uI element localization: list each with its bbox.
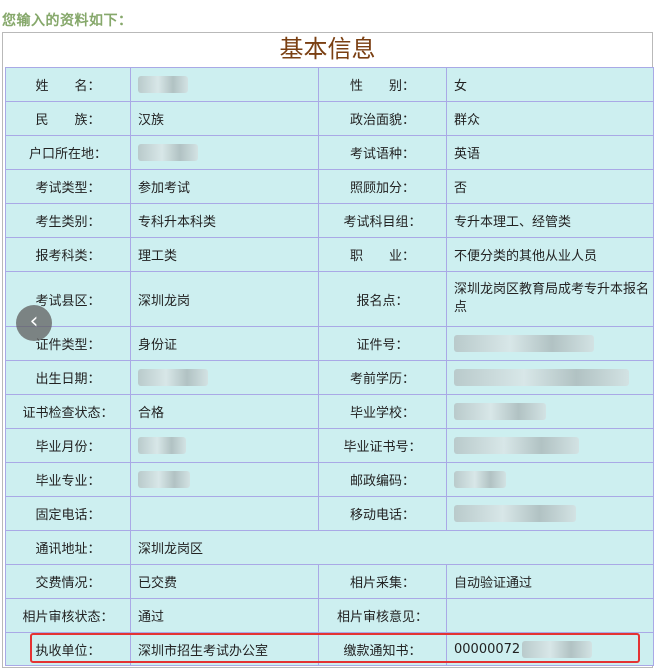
value-graduation-month — [130, 428, 319, 463]
previous-button[interactable]: ‹ — [16, 305, 52, 341]
page-note: 您输入的资料如下： — [2, 13, 133, 29]
redacted-value — [138, 471, 190, 488]
redacted-value — [138, 369, 208, 386]
value-photo-review-status: 通过 — [130, 598, 319, 633]
value-bonus-points: 否 — [446, 169, 654, 204]
redacted-value — [138, 144, 198, 161]
value-hukou — [130, 135, 319, 170]
table-row: 交费情况： 已交费 相片采集： 自动验证通过 — [5, 564, 654, 599]
label-landline: 固定电话： — [5, 496, 131, 531]
value-exam-language: 英语 — [446, 135, 654, 170]
table-row: 相片审核状态： 通过 相片审核意见： — [5, 598, 654, 633]
label-photo-review-status: 相片审核状态： — [5, 598, 131, 633]
label-id-number: 证件号： — [318, 326, 447, 361]
label-subject-group: 考试科目组： — [318, 203, 447, 238]
table-row: 民 族： 汉族 政治面貌： 群众 — [5, 101, 654, 136]
redacted-value — [138, 76, 188, 93]
label-prior-education: 考前学历： — [318, 360, 447, 395]
label-occupation: 职 业： — [318, 237, 447, 272]
label-subject-category: 报考科类： — [5, 237, 131, 272]
redacted-value — [454, 335, 594, 352]
label-photo-capture: 相片采集： — [318, 564, 447, 599]
redacted-value — [454, 403, 546, 420]
label-payment-notice: 缴款通知书： — [318, 632, 447, 666]
redacted-value — [454, 437, 579, 454]
value-photo-capture: 自动验证通过 — [446, 564, 654, 599]
table-row: 考生类别： 专科升本科类 考试科目组： 专升本理工、经管类 — [5, 203, 654, 238]
value-prior-education — [446, 360, 654, 395]
label-collecting-unit: 执收单位： — [5, 632, 131, 666]
label-exam-type: 考试类型： — [5, 169, 131, 204]
value-id-number — [446, 326, 654, 361]
value-exam-district: 深圳龙岗 — [130, 271, 319, 327]
label-mailing-address: 通讯地址： — [5, 530, 131, 565]
label-graduation-major: 毕业专业： — [5, 462, 131, 497]
value-political-status: 群众 — [446, 101, 654, 136]
redacted-value — [454, 369, 629, 386]
table-row: 姓 名： 性 别： 女 — [5, 67, 654, 102]
table-row: 考试类型： 参加考试 照顾加分： 否 — [5, 169, 654, 204]
label-diploma-number: 毕业证书号： — [318, 428, 447, 463]
table-row: 出生日期： 考前学历： — [5, 360, 654, 395]
label-photo-review-comment: 相片审核意见： — [318, 598, 447, 633]
label-exam-language: 考试语种： — [318, 135, 447, 170]
table-row: 毕业专业： 邮政编码： — [5, 462, 654, 497]
label-payment-status: 交费情况： — [5, 564, 131, 599]
table-row: 证件类型： 身份证 证件号： — [5, 326, 654, 361]
label-certificate-check: 证书检查状态： — [5, 394, 131, 429]
label-bonus-points: 照顾加分： — [318, 169, 447, 204]
value-birth-date — [130, 360, 319, 395]
table-row: 通讯地址： 深圳龙岗区 — [5, 530, 654, 565]
value-candidate-category: 专科升本科类 — [130, 203, 319, 238]
label-political-status: 政治面貌： — [318, 101, 447, 136]
table-row: 户口所在地： 考试语种： 英语 — [5, 135, 654, 170]
value-id-type: 身份证 — [130, 326, 319, 361]
table-row: 证书检查状态： 合格 毕业学校： — [5, 394, 654, 429]
value-ethnicity: 汉族 — [130, 101, 319, 136]
value-payment-notice: 00000072 — [446, 632, 654, 666]
redacted-value — [454, 471, 506, 488]
value-diploma-number — [446, 428, 654, 463]
value-subject-category: 理工类 — [130, 237, 319, 272]
label-hukou: 户口所在地： — [5, 135, 131, 170]
value-certificate-check: 合格 — [130, 394, 319, 429]
table-row: 报考科类： 理工类 职 业： 不便分类的其他从业人员 — [5, 237, 654, 272]
label-birth-date: 出生日期： — [5, 360, 131, 395]
label-ethnicity: 民 族： — [5, 101, 131, 136]
label-graduation-school: 毕业学校： — [318, 394, 447, 429]
value-registration-site: 深圳龙岗区教育局成考专升本报名点 — [446, 271, 654, 327]
value-subject-group: 专升本理工、经管类 — [446, 203, 654, 238]
value-name — [130, 67, 319, 102]
label-name: 姓 名： — [5, 67, 131, 102]
section-title: 基本信息 — [279, 35, 376, 63]
value-graduation-major — [130, 462, 319, 497]
table-row: 考试县区： 深圳龙岗 报名点： 深圳龙岗区教育局成考专升本报名点 — [5, 271, 654, 327]
value-mobile — [446, 496, 654, 531]
label-postal-code: 邮政编码： — [318, 462, 447, 497]
label-mobile: 移动电话： — [318, 496, 447, 531]
value-payment-status: 已交费 — [130, 564, 319, 599]
value-occupation: 不便分类的其他从业人员 — [446, 237, 654, 272]
label-gender: 性 别： — [318, 67, 447, 102]
label-graduation-month: 毕业月份： — [5, 428, 131, 463]
value-photo-review-comment — [446, 598, 654, 633]
value-exam-type: 参加考试 — [130, 169, 319, 204]
redacted-value — [522, 640, 593, 658]
value-postal-code — [446, 462, 654, 497]
value-gender: 女 — [446, 67, 654, 102]
table-row: 毕业月份： 毕业证书号： — [5, 428, 654, 463]
table-row: 固定电话： 移动电话： — [5, 496, 654, 531]
label-candidate-category: 考生类别： — [5, 203, 131, 238]
value-graduation-school — [446, 394, 654, 429]
value-landline — [130, 496, 319, 531]
redacted-value — [454, 505, 576, 522]
redacted-value — [138, 437, 186, 454]
info-table: 姓 名： 性 别： 女 民 族： 汉族 政治面貌： 群众 户口所在地： 考试语种… — [5, 67, 654, 666]
table-row: 执收单位： 深圳市招生考试办公室 缴款通知书： 00000072 — [5, 632, 654, 666]
value-collecting-unit: 深圳市招生考试办公室 — [130, 632, 319, 666]
value-mailing-address: 深圳龙岗区 — [130, 530, 654, 565]
label-registration-site: 报名点： — [318, 271, 447, 327]
